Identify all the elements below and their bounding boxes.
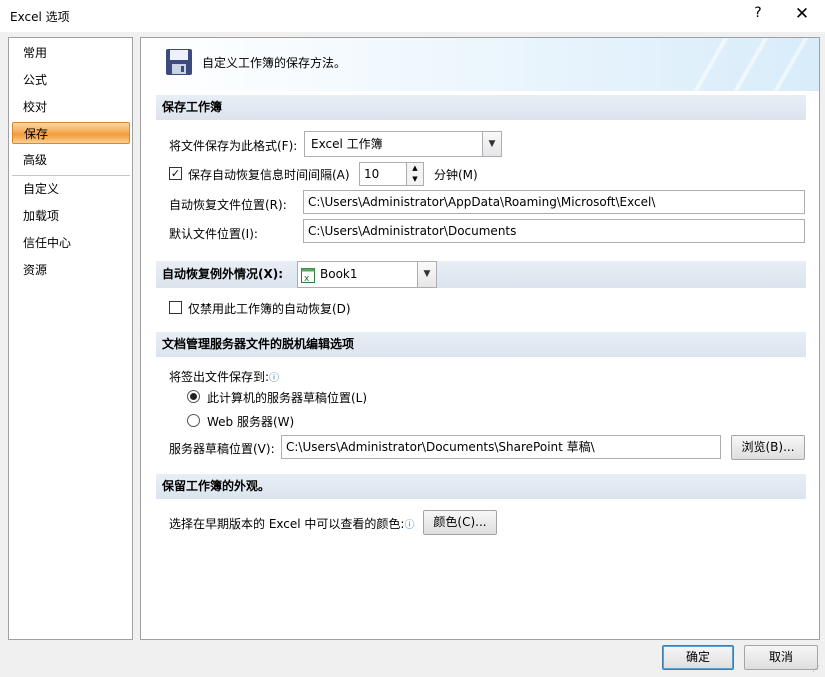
svg-text:x: x	[304, 274, 310, 283]
default-location-input[interactable]: C:\Users\Administrator\Documents	[303, 219, 805, 243]
checkout-save-label: 将签出文件保存到:ⓘ	[169, 370, 280, 384]
autorecover-workbook-value: Book1	[320, 267, 358, 281]
cancel-button[interactable]: 取消	[744, 645, 818, 670]
nav-item-advanced[interactable]: 高级	[12, 149, 130, 171]
help-button[interactable]: ?	[748, 5, 768, 25]
autorecover-exceptions-label: 自动恢复例外情况(X):	[162, 267, 284, 281]
autorecover-checkbox[interactable]: ✓	[169, 167, 182, 180]
excel-workbook-icon: x	[301, 267, 315, 292]
server-drafts-input[interactable]: C:\Users\Administrator\Documents\SharePo…	[281, 435, 721, 459]
autorecover-minutes-stepper[interactable]: 10 ▲ ▼	[359, 162, 424, 186]
nav-item-trust-center[interactable]: 信任中心	[12, 232, 130, 254]
window-title: Excel 选项	[10, 10, 70, 24]
radio-web-server[interactable]	[187, 414, 200, 427]
close-button[interactable]: ✕	[790, 4, 814, 26]
nav-item-formulas[interactable]: 公式	[12, 69, 130, 91]
nav-separator	[12, 175, 130, 176]
section-save-workbooks: 保存工作簿	[156, 95, 806, 120]
info-icon: ⓘ	[404, 520, 415, 531]
autorecover-minutes-value: 10	[364, 167, 380, 181]
colors-button[interactable]: 颜色(C)...	[423, 510, 497, 535]
default-location-label: 默认文件位置(I):	[169, 227, 258, 241]
resize-grip-icon[interactable]: ⋰	[812, 664, 822, 674]
radio-local-drafts-label: 此计算机的服务器草稿位置(L)	[207, 391, 368, 405]
radio-web-server-label: Web 服务器(W)	[207, 415, 295, 429]
chevron-down-icon[interactable]: ▼	[417, 262, 436, 287]
server-drafts-label: 服务器草稿位置(V):	[169, 442, 275, 456]
nav-item-save[interactable]: 保存	[12, 122, 130, 144]
chevron-down-icon[interactable]: ▼	[482, 132, 501, 156]
autorecover-label: 保存自动恢复信息时间间隔(A)	[188, 168, 350, 182]
autorecover-workbook-dropdown[interactable]: x Book1 ▼	[297, 261, 437, 288]
title-bar: Excel 选项 ? ✕	[0, 0, 825, 32]
section-autorecover-exceptions: 自动恢复例外情况(X):	[156, 261, 806, 288]
content-panel: 自定义工作簿的保存方法。 保存工作簿 将文件保存为此格式(F): Excel 工…	[140, 37, 820, 640]
floppy-disk-icon	[165, 48, 193, 79]
nav-item-addins[interactable]: 加载项	[12, 205, 130, 227]
nav-item-popular[interactable]: 常用	[12, 42, 130, 64]
autorecover-location-input[interactable]: C:\Users\Administrator\AppData\Roaming\M…	[303, 190, 805, 214]
info-icon: ⓘ	[269, 373, 280, 384]
ok-button[interactable]: 确定	[662, 645, 734, 670]
browse-button[interactable]: 浏览(B)...	[731, 435, 805, 460]
autorecover-location-label: 自动恢复文件位置(R):	[169, 198, 287, 212]
section-offline-editing: 文档管理服务器文件的脱机编辑选项	[156, 332, 806, 357]
banner-text: 自定义工作簿的保存方法。	[202, 56, 347, 70]
section-preserve-appearance: 保留工作簿的外观。	[156, 474, 806, 499]
nav-item-resources[interactable]: 资源	[12, 259, 130, 281]
save-format-label: 将文件保存为此格式(F):	[169, 139, 298, 153]
stepper-down-icon[interactable]: ▼	[407, 174, 423, 185]
nav-item-proofing[interactable]: 校对	[12, 96, 130, 118]
colors-label: 选择在早期版本的 Excel 中可以查看的颜色:ⓘ	[169, 517, 415, 531]
save-format-dropdown[interactable]: Excel 工作簿 ▼	[304, 131, 502, 157]
page-banner: 自定义工作簿的保存方法。	[141, 38, 819, 91]
nav-item-customize[interactable]: 自定义	[12, 178, 130, 200]
save-format-value: Excel 工作簿	[311, 137, 383, 151]
disable-autorecover-label: 仅禁用此工作簿的自动恢复(D)	[188, 302, 351, 316]
radio-local-drafts[interactable]	[187, 390, 200, 403]
options-nav: 常用 公式 校对 保存 高级 自定义 加载项 信任中心 资源	[8, 37, 133, 640]
disable-autorecover-checkbox[interactable]	[169, 301, 182, 314]
minutes-label: 分钟(M)	[434, 168, 478, 182]
